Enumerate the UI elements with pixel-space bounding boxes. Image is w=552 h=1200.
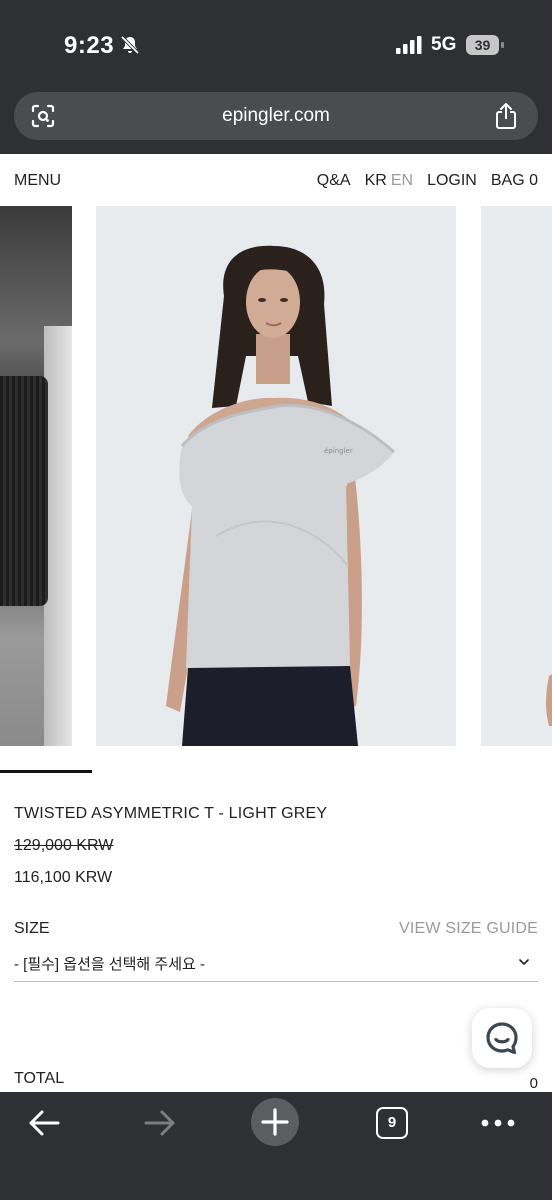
menu-link[interactable]: MENU (14, 172, 61, 190)
total-value: 0 (529, 1075, 538, 1092)
view-size-guide-link[interactable]: VIEW SIZE GUIDE (399, 920, 538, 938)
new-tab-button[interactable] (251, 1098, 299, 1146)
address-bar[interactable]: epingler.com (14, 92, 538, 140)
signal-icon (396, 36, 422, 54)
tabs-button[interactable]: 9 (376, 1107, 408, 1139)
share-icon[interactable] (494, 102, 518, 130)
size-select[interactable]: - [필수] 옵션을 선택해 주세요 - (14, 944, 538, 982)
size-select-value: - [필수] 옵션을 선택해 주세요 - (14, 956, 205, 973)
page: 9:23 5G 39 epingler.com MENU Q&A KR EN L… (0, 0, 552, 1200)
total-label: TOTAL (14, 1070, 65, 1087)
product-title: TWISTED ASYMMETRIC T - LIGHT GREY (14, 805, 328, 822)
battery-icon: 39 (466, 35, 504, 55)
gallery-slide-current[interactable]: épingler (96, 206, 456, 746)
chat-button[interactable] (472, 1008, 532, 1068)
qa-link[interactable]: Q&A (317, 172, 351, 190)
status-bar: 9:23 5G 39 (0, 0, 552, 90)
sale-price: 116,100 KRW (14, 869, 113, 886)
arrow-left-icon[interactable] (26, 1108, 62, 1138)
gallery-progress-indicator (0, 770, 92, 773)
slide-detail (44, 326, 72, 746)
next-slide-photo (481, 206, 552, 746)
status-time: 9:23 (64, 32, 115, 59)
network-label: 5G (431, 34, 457, 55)
plus-icon (261, 1108, 289, 1136)
gallery-slide-next[interactable] (481, 206, 552, 746)
url-text: epingler.com (222, 105, 330, 126)
tee-logo: épingler (324, 447, 353, 455)
battery-level: 39 (466, 35, 499, 55)
battery-cap (501, 42, 504, 48)
chevron-down-icon (519, 959, 529, 965)
bell-slash-icon (120, 35, 140, 55)
browser-toolbar: 9 (0, 1092, 552, 1200)
lang-en-link[interactable]: EN (391, 172, 413, 190)
lang-kr-link[interactable]: KR (365, 172, 387, 190)
more-icon[interactable] (480, 1114, 516, 1132)
bag-link[interactable]: BAG 0 (491, 172, 538, 190)
product-gallery[interactable]: épingler (0, 206, 552, 746)
gallery-slide-previous[interactable] (0, 206, 72, 746)
arrow-right-icon[interactable] (142, 1108, 178, 1138)
browser-address-area: epingler.com (0, 90, 552, 154)
slide-detail (0, 376, 48, 606)
site-header: MENU Q&A KR EN LOGIN BAG 0 (0, 154, 552, 206)
product-photo: épingler (96, 206, 456, 746)
header-nav: Q&A KR EN LOGIN BAG 0 (317, 172, 538, 190)
login-link[interactable]: LOGIN (427, 172, 477, 190)
original-price: 129,000 KRW (14, 837, 114, 854)
size-label: SIZE (14, 920, 50, 937)
chat-icon (486, 1022, 518, 1055)
